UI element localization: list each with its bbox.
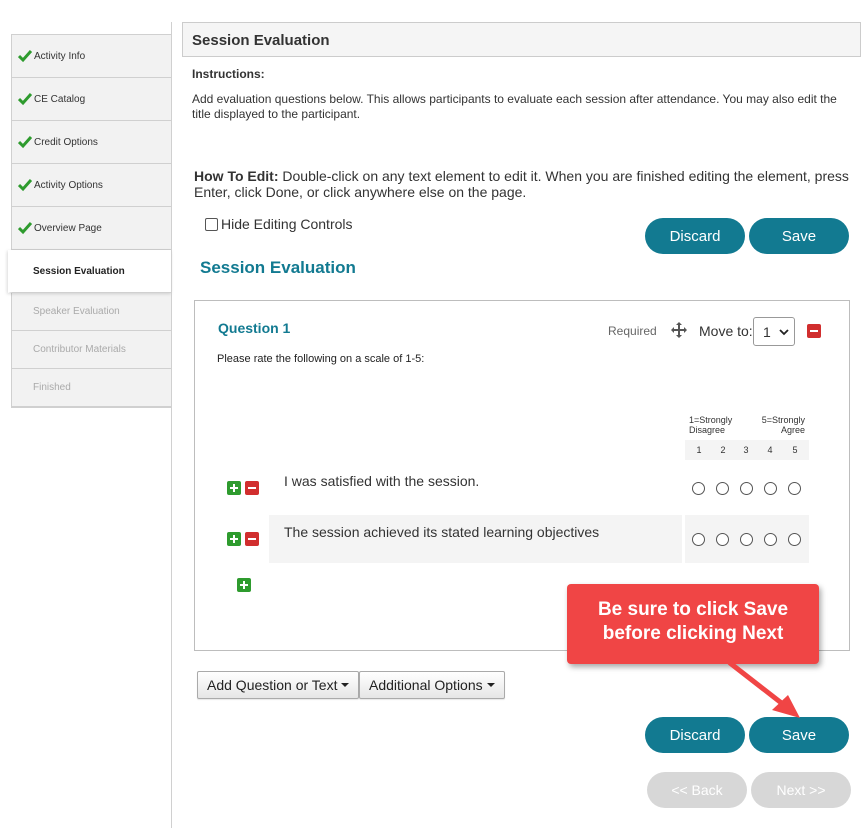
how-to-edit-body: Double-click on any text element to edit… (194, 168, 849, 200)
rating-radio-2[interactable] (716, 482, 729, 495)
rating-radio-1[interactable] (692, 533, 705, 546)
callout-arrow-icon (727, 660, 800, 718)
sidebar-item-label: Credit Options (34, 136, 98, 148)
sidebar-item-session-evaluation[interactable]: Session Evaluation (8, 250, 172, 293)
how-to-edit-text: How To Edit: Double-click on any text el… (194, 168, 856, 200)
checkmark-icon (18, 222, 32, 235)
additional-options-button[interactable]: Additional Options (359, 671, 505, 699)
sidebar-item-speaker-evaluation: Speaker Evaluation (12, 293, 172, 331)
statement-text[interactable]: I was satisfied with the session. (269, 464, 682, 512)
scale-point-2: 2 (720, 445, 726, 455)
instructions-title: Instructions: (192, 67, 265, 81)
add-statement-icon[interactable] (237, 578, 251, 592)
scale-point-3: 3 (743, 445, 749, 455)
discard-button-top[interactable]: Discard (645, 218, 745, 254)
caret-down-icon (341, 683, 350, 687)
sidebar-item-activity-info[interactable]: Activity Info (12, 35, 172, 78)
checkmark-icon (18, 179, 32, 192)
callout-line-1: Be sure to click Save (597, 599, 789, 620)
scale-high-label-line1: 5=Strongly (761, 415, 805, 425)
chevron-down-icon (779, 329, 789, 336)
rating-radio-4[interactable] (764, 482, 777, 495)
sidebar-item-label: Overview Page (34, 222, 102, 234)
statement-text[interactable]: The session achieved its stated learning… (269, 515, 682, 563)
remove-row-icon[interactable] (245, 532, 259, 546)
rating-radio-4[interactable] (764, 533, 777, 546)
sidebar-item-label: Speaker Evaluation (33, 306, 120, 317)
question-description[interactable]: Please rate the following on a scale of … (217, 353, 424, 365)
rating-radio-5[interactable] (788, 482, 801, 495)
scale-header: 1=Strongly Disagree 5=Strongly Agree 1 2 3… (685, 412, 809, 460)
move-to-label: Move to: (699, 323, 753, 339)
scale-numbers: 1 2 3 4 5 (685, 440, 809, 460)
add-question-label: Add Question or Text (207, 677, 338, 693)
remove-row-icon[interactable] (245, 481, 259, 495)
sidebar-item-activity-options[interactable]: Activity Options (12, 164, 172, 207)
move-icon[interactable] (670, 321, 688, 339)
page-title: Session Evaluation (182, 22, 861, 57)
hide-editing-controls-label: Hide Editing Controls (221, 216, 353, 232)
rating-radio-3[interactable] (740, 533, 753, 546)
back-button[interactable]: << Back (647, 772, 747, 808)
table-row: The session achieved its stated learning… (222, 515, 809, 563)
scale-point-4: 4 (767, 445, 773, 455)
required-label[interactable]: Required (608, 324, 657, 338)
sidebar-item-label: Finished (33, 382, 71, 393)
rating-radio-5[interactable] (788, 533, 801, 546)
sidebar-item-contributor-materials: Contributor Materials (12, 331, 172, 369)
add-row-icon[interactable] (227, 532, 241, 546)
checkmark-icon (18, 136, 32, 149)
additional-options-label: Additional Options (369, 677, 483, 693)
how-to-edit-label: How To Edit: (194, 168, 279, 184)
sidebar-item-finished: Finished (12, 369, 172, 407)
sidebar-item-ce-catalog[interactable]: CE Catalog (12, 78, 172, 121)
wizard-sidebar: Activity Info CE Catalog Credit Options … (8, 34, 172, 408)
rating-radio-2[interactable] (716, 533, 729, 546)
sidebar-item-label: Activity Options (34, 179, 103, 191)
evaluation-title[interactable]: Session Evaluation (200, 258, 356, 278)
delete-question-icon[interactable] (807, 324, 821, 338)
next-button[interactable]: Next >> (751, 772, 851, 808)
question-title[interactable]: Question 1 (218, 320, 290, 336)
move-to-value: 1 (763, 323, 771, 340)
callout-line-2: before clicking Next (602, 623, 784, 644)
scale-low-label: 1=Strongly Disagree (689, 415, 732, 435)
sidebar-item-label: Activity Info (34, 50, 86, 62)
hide-editing-controls-checkbox[interactable] (205, 217, 218, 231)
add-question-button[interactable]: Add Question or Text (197, 671, 360, 699)
sidebar-item-label: CE Catalog (34, 93, 86, 105)
rating-radio-1[interactable] (692, 482, 705, 495)
hide-editing-controls[interactable]: Hide Editing Controls (205, 216, 353, 232)
callout-annotation: Be sure to click Save before clicking Ne… (567, 584, 819, 664)
checkmark-icon (18, 93, 32, 106)
scale-low-label-line1: 1=Strongly (689, 415, 733, 425)
sidebar-item-label: Session Evaluation (33, 265, 125, 277)
scale-point-1: 1 (696, 445, 702, 455)
rating-radios (685, 464, 809, 512)
sidebar-item-label: Contributor Materials (33, 344, 126, 355)
caret-down-icon (486, 683, 495, 687)
sidebar-item-credit-options[interactable]: Credit Options (12, 121, 172, 164)
move-to-select[interactable]: 1 (753, 317, 795, 346)
save-button-top[interactable]: Save (749, 218, 849, 254)
scale-point-5: 5 (792, 445, 798, 455)
sidebar-divider (171, 22, 172, 828)
rating-radio-3[interactable] (740, 482, 753, 495)
sidebar-item-overview-page[interactable]: Overview Page (12, 207, 172, 250)
instructions-text: Add evaluation questions below. This all… (192, 92, 837, 121)
rating-radios (685, 515, 809, 563)
table-row: I was satisfied with the session. (222, 464, 809, 512)
scale-high-label: 5=Strongly Agree (762, 415, 805, 435)
scale-high-label-line2: Agree (780, 425, 805, 435)
scale-low-label-line2: Disagree (689, 425, 726, 435)
add-row-icon[interactable] (227, 481, 241, 495)
checkmark-icon (18, 50, 32, 63)
